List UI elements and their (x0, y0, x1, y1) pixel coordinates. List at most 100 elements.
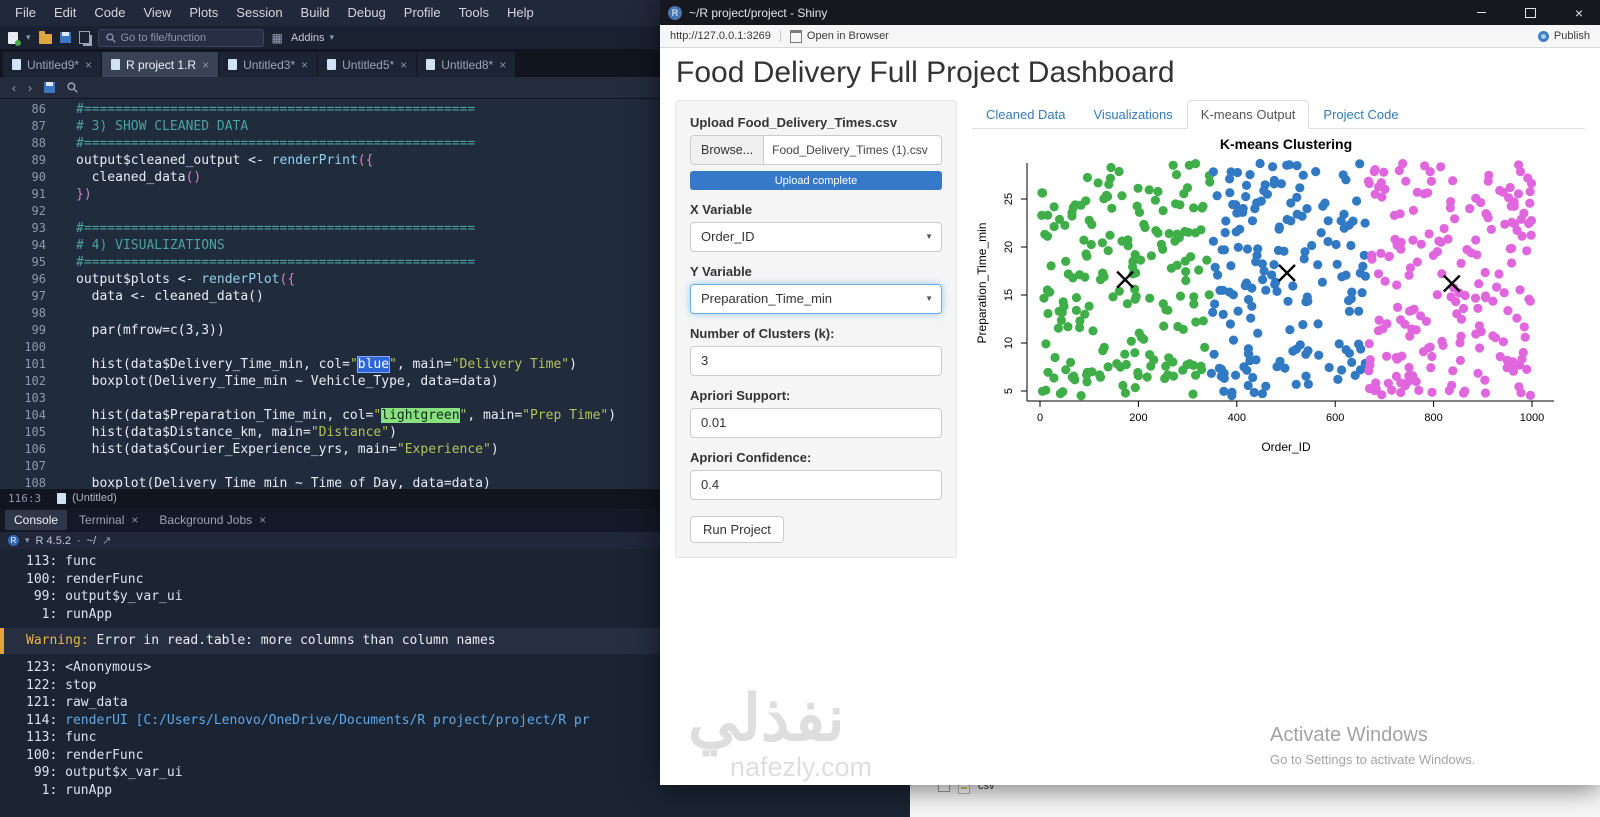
save-icon[interactable] (60, 32, 71, 43)
close-button[interactable]: × (1558, 0, 1600, 25)
browse-button[interactable]: Browse... (690, 135, 764, 165)
tab-label: Untitled5* (342, 58, 394, 72)
clusters-input[interactable]: 3 (690, 346, 942, 376)
run-project-button[interactable]: Run Project (690, 516, 784, 543)
chevron-down-icon: ▼ (925, 285, 933, 313)
menu-build[interactable]: Build (292, 0, 339, 26)
menu-view[interactable]: View (134, 0, 180, 26)
tab-cleaned-data[interactable]: Cleaned Data (972, 100, 1080, 129)
close-icon[interactable]: × (85, 58, 92, 72)
menu-help[interactable]: Help (498, 0, 543, 26)
support-input[interactable]: 0.01 (690, 408, 942, 438)
chevron-down-icon: ▾ (330, 32, 335, 43)
open-in-browser-button[interactable]: Open in Browser (790, 30, 889, 43)
close-icon[interactable]: × (202, 58, 209, 72)
svg-text:5: 5 (1003, 388, 1015, 394)
r-app-icon: R (668, 6, 682, 20)
line-number: 103 (0, 390, 46, 407)
x-variable-value: Order_ID (701, 229, 754, 244)
copy-icon[interactable] (79, 31, 90, 44)
menu-profile[interactable]: Profile (395, 0, 450, 26)
close-icon[interactable]: × (131, 513, 138, 527)
activate-subtitle: Go to Settings to activate Windows. (1270, 752, 1475, 767)
save-icon[interactable] (44, 82, 55, 93)
document-label: (Untitled) (72, 492, 117, 504)
line-number: 100 (0, 339, 46, 356)
shiny-titlebar[interactable]: R ~/R project/project - Shiny × (660, 0, 1600, 25)
addins-button[interactable]: Addins ▾ (291, 32, 334, 44)
close-icon[interactable]: × (499, 58, 506, 72)
maximize-button[interactable] (1509, 0, 1551, 25)
line-number: 108 (0, 475, 46, 489)
line-number: 107 (0, 458, 46, 475)
menu-edit[interactable]: Edit (45, 0, 85, 26)
minimize-button[interactable] (1460, 0, 1502, 25)
publish-label: Publish (1554, 30, 1590, 42)
console-tab-console[interactable]: Console (5, 510, 67, 530)
line-number: 102 (0, 373, 46, 390)
tab-label: Untitled8* (441, 58, 493, 72)
tab-visualizations[interactable]: Visualizations (1080, 100, 1187, 129)
editor-tab[interactable]: R project 1.R× (102, 52, 218, 77)
separator-dot: · (77, 535, 81, 547)
y-variable-select[interactable]: Preparation_Time_min ▼ (690, 284, 942, 314)
clusters-label: Number of Clusters (k): (690, 326, 942, 341)
console-tab-background-jobs[interactable]: Background Jobs× (150, 510, 275, 530)
editor-tab[interactable]: Untitled9*× (3, 52, 101, 77)
menu-session[interactable]: Session (227, 0, 291, 26)
svg-text:10: 10 (1003, 337, 1015, 349)
line-number: 90 (0, 169, 46, 186)
svg-text:600: 600 (1326, 412, 1344, 424)
back-icon[interactable]: ‹ (12, 81, 16, 95)
file-name-field: Food_Delivery_Times (1).csv (764, 135, 942, 165)
new-file-icon[interactable] (8, 32, 18, 44)
svg-text:400: 400 (1228, 412, 1246, 424)
editor-tab[interactable]: Untitled8* × (417, 52, 515, 77)
tab-k-means-output[interactable]: K-means Output (1187, 100, 1310, 129)
menu-tools[interactable]: Tools (450, 0, 498, 26)
working-directory: ~/ (87, 535, 96, 547)
popout-icon[interactable]: ↗ (102, 534, 111, 547)
line-number: 105 (0, 424, 46, 441)
menu-plots[interactable]: Plots (180, 0, 227, 26)
close-icon[interactable]: × (301, 58, 308, 72)
publish-button[interactable]: Publish (1538, 30, 1590, 42)
svg-text:25: 25 (1003, 193, 1015, 205)
tab-project-code[interactable]: Project Code (1309, 100, 1412, 129)
editor-tab[interactable]: Untitled5* × (318, 52, 416, 77)
svg-text:Order_ID: Order_ID (1261, 440, 1311, 454)
file-icon (228, 59, 237, 70)
line-number: 104 (0, 407, 46, 424)
document-chip[interactable]: (Untitled) (57, 492, 117, 504)
menu-debug[interactable]: Debug (338, 0, 394, 26)
menu-code[interactable]: Code (85, 0, 134, 26)
shiny-window: R ~/R project/project - Shiny × http://1… (660, 0, 1600, 785)
svg-text:15: 15 (1003, 289, 1015, 301)
open-in-browser-label: Open in Browser (807, 30, 889, 42)
goto-file-input[interactable]: Go to file/function (98, 29, 264, 47)
line-number: 101 (0, 356, 46, 373)
confidence-input[interactable]: 0.4 (690, 470, 942, 500)
shiny-content: Food Delivery Full Project Dashboard Upl… (660, 48, 1600, 785)
find-icon[interactable] (67, 82, 78, 93)
y-variable-value: Preparation_Time_min (701, 291, 832, 306)
page-title: Food Delivery Full Project Dashboard (676, 56, 1600, 90)
open-folder-icon[interactable] (39, 34, 52, 44)
chevron-down-icon[interactable]: ▾ (25, 535, 30, 546)
line-number: 87 (0, 118, 46, 135)
main-tabs: Cleaned DataVisualizationsK-means Output… (972, 100, 1585, 129)
line-number: 91 (0, 186, 46, 203)
close-icon[interactable]: × (259, 513, 266, 527)
goto-file-placeholder: Go to file/function (121, 32, 207, 44)
forward-icon[interactable]: › (28, 81, 32, 95)
line-number: 95 (0, 254, 46, 271)
menu-file[interactable]: File (6, 0, 45, 26)
svg-text:0: 0 (1037, 412, 1043, 424)
close-icon[interactable]: × (400, 58, 407, 72)
r-icon: R (8, 535, 19, 546)
x-variable-select[interactable]: Order_ID ▼ (690, 222, 942, 252)
chevron-down-icon[interactable]: ▾ (26, 32, 31, 43)
file-icon (111, 59, 120, 70)
editor-tab[interactable]: Untitled3*× (219, 52, 317, 77)
console-tab-terminal[interactable]: Terminal× (70, 510, 147, 530)
